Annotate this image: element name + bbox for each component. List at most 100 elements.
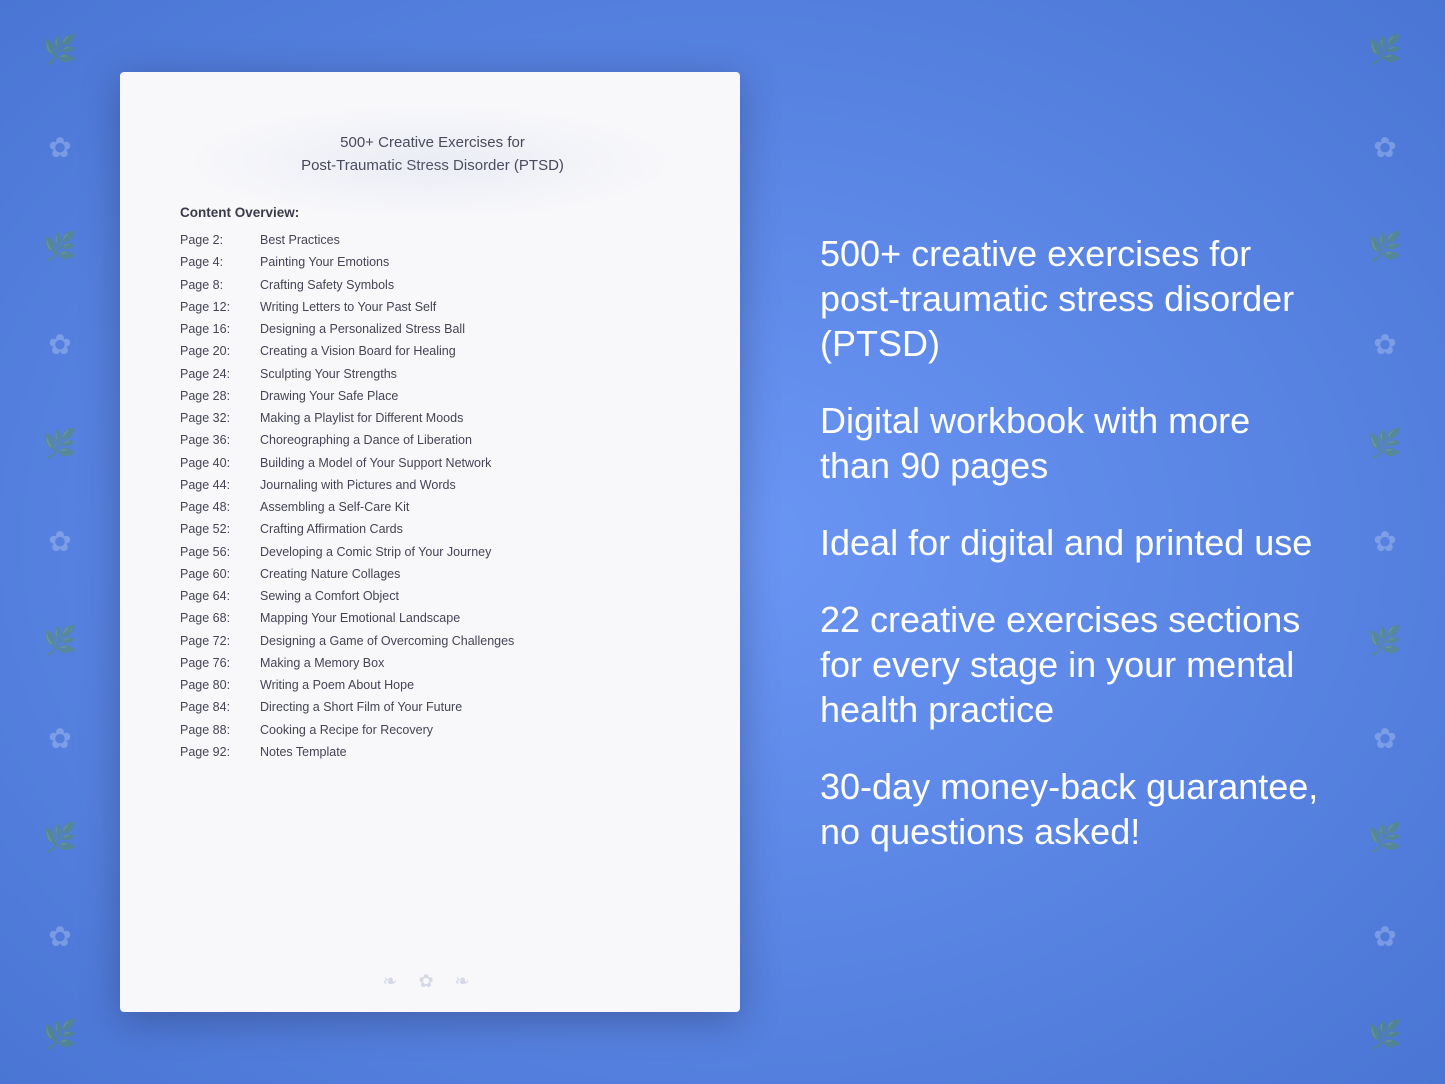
toc-entry-title: Best Practices (260, 230, 340, 251)
toc-entry-title: Mapping Your Emotional Landscape (260, 608, 460, 629)
toc-item: Page 48:Assembling a Self-Care Kit (180, 497, 685, 518)
toc-entry-title: Notes Template (260, 742, 347, 763)
toc-page-number: Page 8: (180, 275, 260, 296)
info-block-4: 22 creative exercises sections for every… (820, 597, 1325, 732)
toc-page-number: Page 52: (180, 519, 260, 540)
toc-entry-title: Creating Nature Collages (260, 564, 400, 585)
document-panel: 500+ Creative Exercises for Post-Traumat… (120, 72, 740, 1012)
document-title-line1: 500+ Creative Exercises for (340, 134, 525, 151)
toc-page-number: Page 24: (180, 364, 260, 385)
toc-entry-title: Making a Memory Box (260, 653, 384, 674)
toc-entry-title: Designing a Game of Overcoming Challenge… (260, 631, 514, 652)
floral-sprig: 🌿 (1368, 1018, 1403, 1051)
floral-sprig: ✿ (48, 525, 71, 558)
document-title-line2: Post-Traumatic Stress Disorder (PTSD) (301, 157, 564, 174)
toc-item: Page 84:Directing a Short Film of Your F… (180, 697, 685, 718)
floral-sprig: 🌿 (43, 624, 78, 657)
toc-item: Page 40:Building a Model of Your Support… (180, 453, 685, 474)
floral-sprig: ✿ (1373, 131, 1396, 164)
toc-page-number: Page 36: (180, 430, 260, 451)
toc-page-number: Page 28: (180, 386, 260, 407)
toc-page-number: Page 44: (180, 475, 260, 496)
floral-sprig: 🌿 (43, 230, 78, 263)
floral-sprig: ✿ (1373, 920, 1396, 953)
floral-left-border: 🌿 ✿ 🌿 ✿ 🌿 ✿ 🌿 ✿ 🌿 ✿ 🌿 (0, 0, 120, 1084)
toc-item: Page 76:Making a Memory Box (180, 653, 685, 674)
toc-item: Page 64:Sewing a Comfort Object (180, 586, 685, 607)
info-block-3: Ideal for digital and printed use (820, 520, 1325, 565)
toc-item: Page 56:Developing a Comic Strip of Your… (180, 542, 685, 563)
floral-sprig: ✿ (48, 328, 71, 361)
floral-sprig: 🌿 (43, 1018, 78, 1051)
toc-entry-title: Choreographing a Dance of Liberation (260, 430, 472, 451)
toc-item: Page 44:Journaling with Pictures and Wor… (180, 475, 685, 496)
toc-page-number: Page 4: (180, 252, 260, 273)
toc-page-number: Page 16: (180, 319, 260, 340)
toc-entry-title: Building a Model of Your Support Network (260, 453, 491, 474)
floral-sprig: ✿ (48, 131, 71, 164)
toc-page-number: Page 12: (180, 297, 260, 318)
toc-page-number: Page 60: (180, 564, 260, 585)
toc-item: Page 88:Cooking a Recipe for Recovery (180, 720, 685, 741)
toc-item: Page 16:Designing a Personalized Stress … (180, 319, 685, 340)
content-overview-label: Content Overview: (180, 205, 685, 220)
floral-sprig: 🌿 (1368, 33, 1403, 66)
toc-item: Page 36:Choreographing a Dance of Libera… (180, 430, 685, 451)
toc-item: Page 32:Making a Playlist for Different … (180, 408, 685, 429)
toc-item: Page 92:Notes Template (180, 742, 685, 763)
toc-page-number: Page 76: (180, 653, 260, 674)
toc-item: Page 12:Writing Letters to Your Past Sel… (180, 297, 685, 318)
toc-item: Page 4:Painting Your Emotions (180, 252, 685, 273)
toc-page-number: Page 68: (180, 608, 260, 629)
toc-page-number: Page 40: (180, 453, 260, 474)
info-block-2: Digital workbook with more than 90 pages (820, 398, 1325, 488)
toc-page-number: Page 92: (180, 742, 260, 763)
toc-item: Page 52:Crafting Affirmation Cards (180, 519, 685, 540)
toc-item: Page 8:Crafting Safety Symbols (180, 275, 685, 296)
toc-entry-title: Drawing Your Safe Place (260, 386, 398, 407)
toc-entry-title: Creating a Vision Board for Healing (260, 341, 456, 362)
toc-item: Page 2:Best Practices (180, 230, 685, 251)
toc-page-number: Page 84: (180, 697, 260, 718)
toc-item: Page 72:Designing a Game of Overcoming C… (180, 631, 685, 652)
toc-page-number: Page 48: (180, 497, 260, 518)
info-panel: 500+ creative exercises for post-traumat… (740, 231, 1385, 854)
floral-sprig: ✿ (48, 920, 71, 953)
floral-sprig: 🌿 (43, 33, 78, 66)
toc-item: Page 28:Drawing Your Safe Place (180, 386, 685, 407)
toc-page-number: Page 88: (180, 720, 260, 741)
toc-page-number: Page 64: (180, 586, 260, 607)
toc-entry-title: Developing a Comic Strip of Your Journey (260, 542, 491, 563)
toc-entry-title: Crafting Affirmation Cards (260, 519, 403, 540)
toc-item: Page 24:Sculpting Your Strengths (180, 364, 685, 385)
floral-sprig: 🌿 (43, 427, 78, 460)
toc-entry-title: Sewing a Comfort Object (260, 586, 399, 607)
toc-item: Page 20:Creating a Vision Board for Heal… (180, 341, 685, 362)
floral-sprig: ✿ (48, 722, 71, 755)
toc-entry-title: Sculpting Your Strengths (260, 364, 397, 385)
toc-item: Page 60:Creating Nature Collages (180, 564, 685, 585)
toc-page-number: Page 56: (180, 542, 260, 563)
info-block-1: 500+ creative exercises for post-traumat… (820, 231, 1325, 366)
toc-page-number: Page 2: (180, 230, 260, 251)
table-of-contents: Page 2:Best PracticesPage 4:Painting You… (180, 230, 685, 763)
toc-page-number: Page 20: (180, 341, 260, 362)
toc-entry-title: Writing Letters to Your Past Self (260, 297, 436, 318)
info-block-5: 30-day money-back guarantee, no question… (820, 764, 1325, 854)
toc-page-number: Page 32: (180, 408, 260, 429)
floral-sprig: 🌿 (43, 821, 78, 854)
toc-entry-title: Writing a Poem About Hope (260, 675, 414, 696)
toc-page-number: Page 80: (180, 675, 260, 696)
toc-item: Page 80:Writing a Poem About Hope (180, 675, 685, 696)
toc-item: Page 68:Mapping Your Emotional Landscape (180, 608, 685, 629)
toc-entry-title: Designing a Personalized Stress Ball (260, 319, 465, 340)
toc-entry-title: Journaling with Pictures and Words (260, 475, 456, 496)
toc-entry-title: Cooking a Recipe for Recovery (260, 720, 433, 741)
toc-entry-title: Painting Your Emotions (260, 252, 389, 273)
toc-entry-title: Directing a Short Film of Your Future (260, 697, 462, 718)
document-title: 500+ Creative Exercises for Post-Traumat… (180, 132, 685, 177)
toc-entry-title: Making a Playlist for Different Moods (260, 408, 463, 429)
toc-entry-title: Assembling a Self-Care Kit (260, 497, 409, 518)
toc-page-number: Page 72: (180, 631, 260, 652)
toc-entry-title: Crafting Safety Symbols (260, 275, 394, 296)
